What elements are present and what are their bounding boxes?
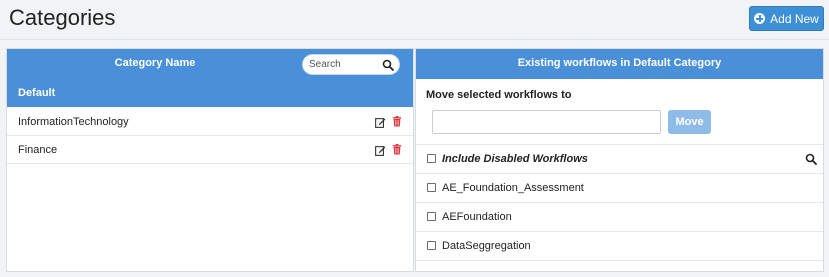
workflow-checkbox[interactable]: [427, 183, 436, 192]
category-name-column-title: Category Name: [114, 57, 196, 69]
workflow-checkbox[interactable]: [427, 212, 436, 221]
move-button[interactable]: Move: [668, 110, 711, 134]
category-label: Default: [18, 87, 56, 99]
workflow-row[interactable]: DataSeggregation: [416, 231, 823, 260]
category-row-informationtechnology[interactable]: InformationTechnology: [7, 108, 413, 136]
include-disabled-row: Include Disabled Workflows: [416, 144, 823, 173]
category-search-input[interactable]: [309, 57, 379, 72]
trash-icon[interactable]: [392, 144, 402, 155]
category-search-box[interactable]: [302, 54, 400, 75]
workflows-panel: Existing workflows in Default Category M…: [415, 48, 824, 272]
workflow-checkbox[interactable]: [427, 241, 436, 250]
workflow-list-end: [416, 260, 823, 272]
workflow-label: DataSeggregation: [442, 240, 531, 252]
workflow-row[interactable]: AE_Foundation_Assessment: [416, 173, 823, 202]
category-label: InformationTechnology: [18, 116, 129, 128]
category-row-finance[interactable]: Finance: [7, 136, 413, 164]
plus-circle-icon: [754, 13, 766, 24]
include-disabled-label: Include Disabled Workflows: [442, 153, 588, 165]
categories-panel: Category Name Default InformationTechnol…: [6, 48, 414, 272]
trash-icon[interactable]: [392, 116, 402, 127]
search-icon[interactable]: [382, 59, 394, 71]
include-disabled-checkbox[interactable]: [427, 154, 436, 163]
add-new-button[interactable]: Add New: [749, 6, 824, 31]
categories-panel-header: Category Name: [7, 49, 413, 79]
workflow-label: AE_Foundation_Assessment: [442, 182, 584, 194]
edit-icon[interactable]: [375, 117, 386, 128]
move-target-input[interactable]: [432, 110, 661, 134]
workflows-panel-title: Existing workflows in Default Category: [517, 57, 722, 69]
workflows-panel-header: Existing workflows in Default Category: [416, 49, 823, 79]
search-icon[interactable]: [805, 153, 817, 165]
page-header: Categories Add New: [0, 0, 829, 40]
workflow-row[interactable]: AEFoundation: [416, 202, 823, 231]
move-workflows-label: Move selected workflows to: [426, 89, 572, 101]
add-new-label: Add New: [770, 11, 819, 26]
edit-icon[interactable]: [375, 145, 386, 156]
category-label: Finance: [18, 144, 58, 156]
workflow-label: AEFoundation: [442, 211, 512, 223]
page-title: Categories: [9, 5, 116, 30]
category-row-default[interactable]: Default: [7, 79, 413, 107]
